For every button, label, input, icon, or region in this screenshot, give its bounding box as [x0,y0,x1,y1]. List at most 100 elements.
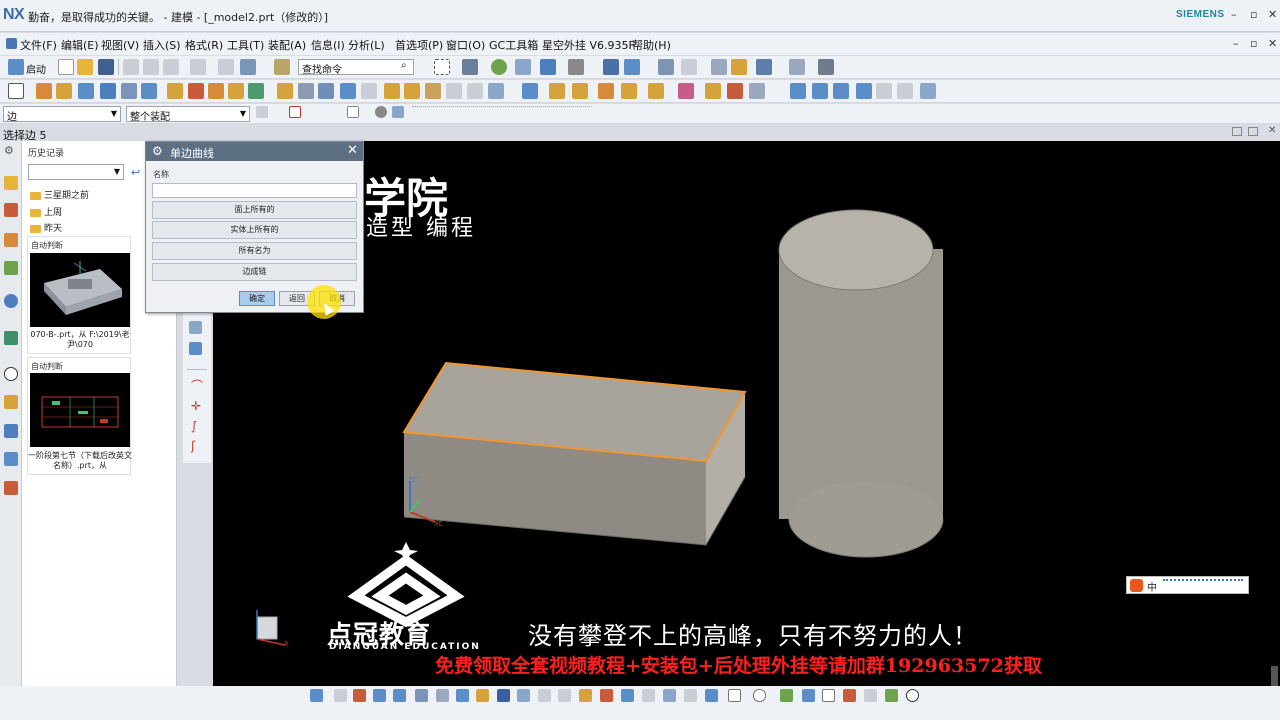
measure-tool-icon[interactable] [436,689,449,702]
wire-tool-icon[interactable] [558,689,571,702]
move-object-icon[interactable] [603,59,619,75]
web-browser-icon[interactable] [4,294,18,308]
part-navigator-icon[interactable] [4,233,18,247]
align-tool-icon[interactable] [802,689,815,702]
unite-icon[interactable] [167,83,183,99]
visualization-icon[interactable] [4,452,18,466]
offset-curve-icon[interactable] [897,83,913,99]
ime-mode[interactable]: 中 [1147,579,1157,594]
panel-maximize-icon[interactable] [1248,127,1258,136]
spline-icon[interactable] [856,83,872,99]
touch-mode-icon[interactable] [274,59,290,75]
spiral-tool-icon[interactable]: ʃ [191,439,195,453]
edit-tool-icon[interactable] [353,689,366,702]
face-tool-icon[interactable] [642,689,655,702]
orient-view-icon[interactable] [462,59,478,75]
hide-tool-icon[interactable] [864,689,877,702]
record-tool-icon[interactable] [843,689,856,702]
menu-view[interactable]: 视图(V) [101,37,139,53]
name-field[interactable] [152,183,357,198]
menu-plugin[interactable]: 星空外挂 V6.935F [542,37,635,53]
surface-icon[interactable] [488,83,504,99]
dialog-gear-icon[interactable]: ⚙ [152,144,163,158]
point-icon[interactable] [467,83,483,99]
close-icon[interactable]: ✕ [1268,8,1277,21]
search-icon[interactable]: ⌕ [401,60,407,71]
plane-tool-icon[interactable] [189,321,202,334]
ok-button[interactable]: 确定 [239,291,275,306]
select-box-icon[interactable] [347,106,359,118]
settings-gear-icon[interactable]: ⚙ [4,144,18,158]
menu-assembly[interactable]: 装配(A) [268,37,306,53]
sogou-icon[interactable] [1130,579,1143,592]
layer-tool-icon[interactable] [497,689,510,702]
scroll-handle[interactable] [1271,666,1278,686]
curve-icon[interactable] [790,83,806,99]
thicken-icon[interactable] [404,83,420,99]
all-on-body-button[interactable]: 实体上所有的 [152,221,357,239]
frame-tool-icon[interactable] [822,689,835,702]
sync-modeling-icon[interactable] [522,83,538,99]
all-on-face-button[interactable]: 面上所有的 [152,201,357,219]
snap-icon[interactable] [681,59,697,75]
datum-axis-icon[interactable] [446,83,462,99]
sketch-icon[interactable] [8,83,24,99]
grid-icon[interactable] [789,59,805,75]
arc-icon[interactable] [833,83,849,99]
copy-face-icon[interactable] [749,83,765,99]
render-style-icon[interactable] [491,59,507,75]
pull-face-icon[interactable] [572,83,588,99]
scope-filter-select[interactable]: 整个装配 ▼ [126,106,250,123]
redo-icon[interactable] [218,59,234,75]
paste-icon[interactable] [163,59,179,75]
restore-icon[interactable]: ▫ [1250,8,1257,21]
polygon-select-icon[interactable] [753,689,766,702]
history-filter-select[interactable]: ▼ [28,164,124,180]
ime-toolbar[interactable]: 中 [1126,576,1249,594]
edge-tool-icon[interactable] [621,689,634,702]
split-body-icon[interactable] [361,83,377,99]
start-button[interactable]: 启动 [26,61,46,76]
menu-window[interactable]: 窗口(O) [446,37,485,53]
wcs-icon[interactable] [624,59,640,75]
assembly-navigator-tab-icon[interactable] [4,176,18,190]
circle-tool-icon[interactable] [906,689,919,702]
ime-options-icon[interactable] [1163,579,1243,591]
menu-tools[interactable]: 工具(T) [227,37,264,53]
intersect-tool-icon[interactable]: ✛ [191,399,201,413]
sew-icon[interactable] [384,83,400,99]
view-section-icon[interactable] [540,59,556,75]
plugin-icon[interactable] [731,59,747,75]
menu-gc-toolbox[interactable]: GC工具箱 [489,37,538,53]
offset-region-icon[interactable] [678,83,694,99]
history-clock-icon[interactable] [4,367,18,381]
menu-preferences[interactable]: 首选项(P) [395,37,443,53]
doc-minimize-icon[interactable]: – [1233,37,1239,50]
forward-arrow-icon[interactable] [393,689,406,702]
copy-icon[interactable] [143,59,159,75]
menu-file[interactable]: 文件(F) [20,37,57,53]
extract-tool-icon[interactable] [189,342,202,355]
draft-icon[interactable] [298,83,314,99]
all-named-button[interactable]: 所有名为 [152,242,357,260]
cut-icon[interactable] [123,59,139,75]
show-tool-icon[interactable] [885,689,898,702]
block-icon[interactable] [78,83,94,99]
trim-body-icon[interactable] [340,83,356,99]
command-search-input[interactable]: 查找命令 ⌕ [298,59,414,76]
color-tool-icon[interactable] [579,689,592,702]
blank-tool-icon[interactable] [476,689,489,702]
chamfer-icon[interactable] [248,83,264,99]
boss-icon[interactable] [141,83,157,99]
project-curve-icon[interactable] [876,83,892,99]
snap-points-group[interactable] [412,106,592,120]
palette-icon[interactable] [4,481,18,495]
ruler-icon[interactable] [818,59,834,75]
panel-restore-icon[interactable] [1232,127,1242,136]
section-tool-icon[interactable] [456,689,469,702]
new-file-icon[interactable] [58,59,74,75]
system-materials-icon[interactable] [4,395,18,409]
pattern-icon[interactable] [208,83,224,99]
start-icon[interactable] [8,59,24,75]
hole-icon[interactable] [121,83,137,99]
